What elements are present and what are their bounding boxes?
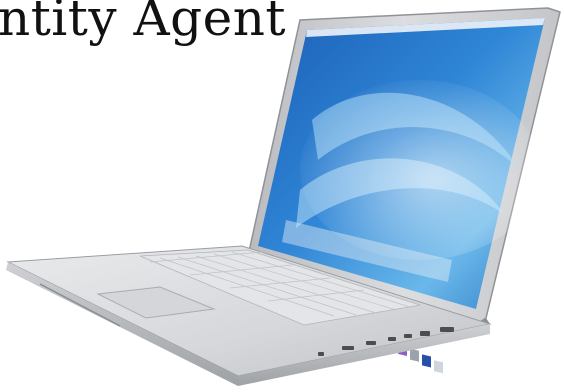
preferences-icon: [410, 348, 419, 362]
trash-icon: [434, 360, 443, 374]
laptop-image: [6, 7, 561, 386]
quicktime-icon: [422, 354, 431, 368]
